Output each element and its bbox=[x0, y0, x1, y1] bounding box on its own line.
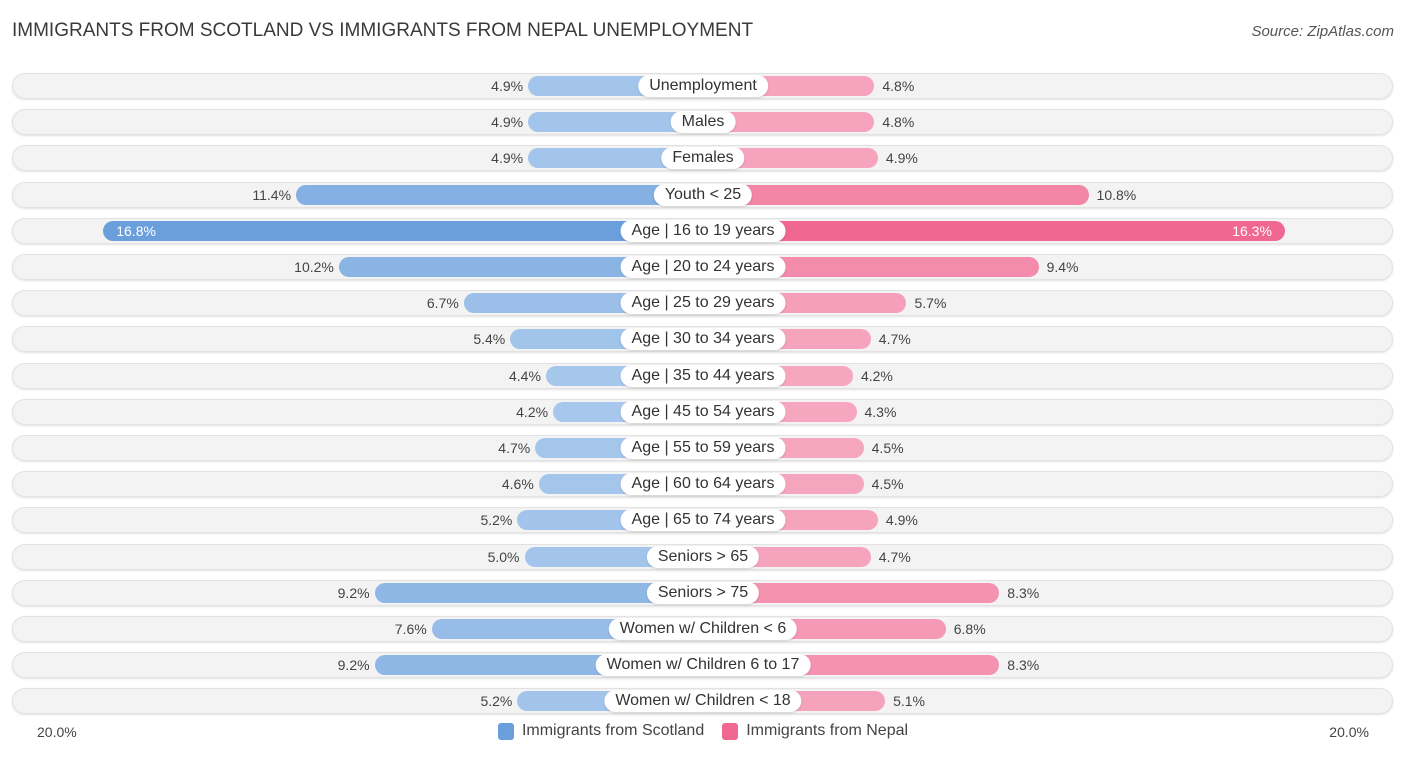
value-label-nepal: 16.3% bbox=[1232, 222, 1272, 239]
value-label-scotland: 5.2% bbox=[480, 512, 513, 529]
value-label-nepal: 5.7% bbox=[914, 295, 947, 312]
category-label: Age | 35 to 44 years bbox=[620, 364, 786, 387]
value-label-scotland: 9.2% bbox=[337, 584, 370, 601]
value-label-nepal: 8.3% bbox=[1007, 657, 1040, 674]
legend-swatch-nepal bbox=[722, 722, 739, 740]
legend-swatch-scotland bbox=[497, 722, 514, 740]
category-label: Seniors > 65 bbox=[646, 545, 760, 568]
category-label: Age | 30 to 34 years bbox=[620, 328, 786, 351]
category-label: Females bbox=[661, 147, 745, 170]
category-label: Age | 55 to 59 years bbox=[620, 437, 786, 459]
value-label-scotland: 6.7% bbox=[426, 295, 459, 312]
legend-label-scotland: Immigrants from Scotland bbox=[521, 722, 705, 739]
value-label-nepal: 4.9% bbox=[885, 512, 918, 529]
bar-scotland[interactable] bbox=[103, 220, 703, 241]
value-label-scotland: 7.6% bbox=[394, 621, 427, 637]
value-label-scotland: 4.9% bbox=[491, 114, 524, 131]
value-label-nepal: 10.8% bbox=[1096, 186, 1137, 203]
legend-item-nepal[interactable]: Immigrants from Nepal bbox=[722, 722, 908, 740]
value-label-scotland: 4.9% bbox=[491, 150, 524, 167]
category-label: Women w/ Children 6 to 17 bbox=[595, 654, 811, 677]
value-label-scotland: 4.2% bbox=[516, 403, 549, 420]
category-label: Unemployment bbox=[638, 75, 768, 97]
value-label-nepal: 4.7% bbox=[878, 331, 911, 348]
legend: Immigrants from Scotland Immigrants from… bbox=[0, 722, 1406, 740]
category-label: Women w/ Children < 6 bbox=[608, 618, 798, 640]
category-label: Age | 60 to 64 years bbox=[620, 473, 786, 496]
value-label-nepal: 4.2% bbox=[860, 367, 893, 384]
bar-nepal[interactable] bbox=[703, 220, 1285, 241]
value-label-nepal: 4.3% bbox=[864, 403, 897, 420]
value-label-scotland: 4.7% bbox=[498, 440, 531, 456]
value-label-scotland: 16.8% bbox=[116, 222, 156, 239]
value-label-nepal: 4.7% bbox=[878, 548, 911, 565]
category-label: Youth < 25 bbox=[653, 183, 753, 206]
bar-scotland[interactable] bbox=[296, 184, 703, 205]
category-label: Males bbox=[670, 111, 736, 134]
value-label-nepal: 4.8% bbox=[882, 78, 915, 94]
value-label-scotland: 4.4% bbox=[509, 367, 541, 384]
category-label: Women w/ Children < 18 bbox=[604, 690, 802, 713]
value-label-nepal: 4.8% bbox=[882, 114, 915, 131]
value-label-scotland: 9.2% bbox=[337, 657, 370, 674]
category-label: Age | 25 to 29 years bbox=[620, 292, 786, 315]
bar-nepal[interactable] bbox=[703, 184, 1089, 205]
category-label: Age | 45 to 54 years bbox=[620, 400, 786, 423]
value-label-nepal: 9.4% bbox=[1046, 259, 1079, 275]
value-label-scotland: 5.4% bbox=[473, 331, 506, 348]
category-label: Age | 20 to 24 years bbox=[620, 256, 786, 278]
value-label-scotland: 4.6% bbox=[501, 476, 534, 493]
category-label: Age | 16 to 19 years bbox=[620, 219, 786, 242]
value-label-scotland: 11.4% bbox=[252, 186, 292, 203]
value-label-nepal: 4.9% bbox=[885, 150, 918, 167]
legend-item-scotland[interactable]: Immigrants from Scotland bbox=[497, 722, 705, 740]
value-label-scotland: 10.2% bbox=[294, 259, 334, 275]
value-label-nepal: 4.5% bbox=[871, 476, 904, 493]
value-label-scotland: 5.0% bbox=[487, 548, 520, 565]
value-label-nepal: 8.3% bbox=[1007, 584, 1040, 601]
category-label: Seniors > 75 bbox=[646, 581, 760, 604]
legend-label-nepal: Immigrants from Nepal bbox=[746, 722, 909, 739]
category-label: Age | 65 to 74 years bbox=[620, 509, 786, 532]
value-label-nepal: 5.1% bbox=[893, 693, 925, 710]
value-label-nepal: 6.8% bbox=[953, 621, 986, 637]
value-label-scotland: 4.9% bbox=[491, 78, 524, 94]
value-label-scotland: 5.2% bbox=[480, 693, 513, 710]
value-label-nepal: 4.5% bbox=[871, 440, 904, 456]
chart-area: 4.9% 4.8% Unemployment 4.9% 4.8% Males 4.9% 4.9… bbox=[0, 0, 1406, 757]
